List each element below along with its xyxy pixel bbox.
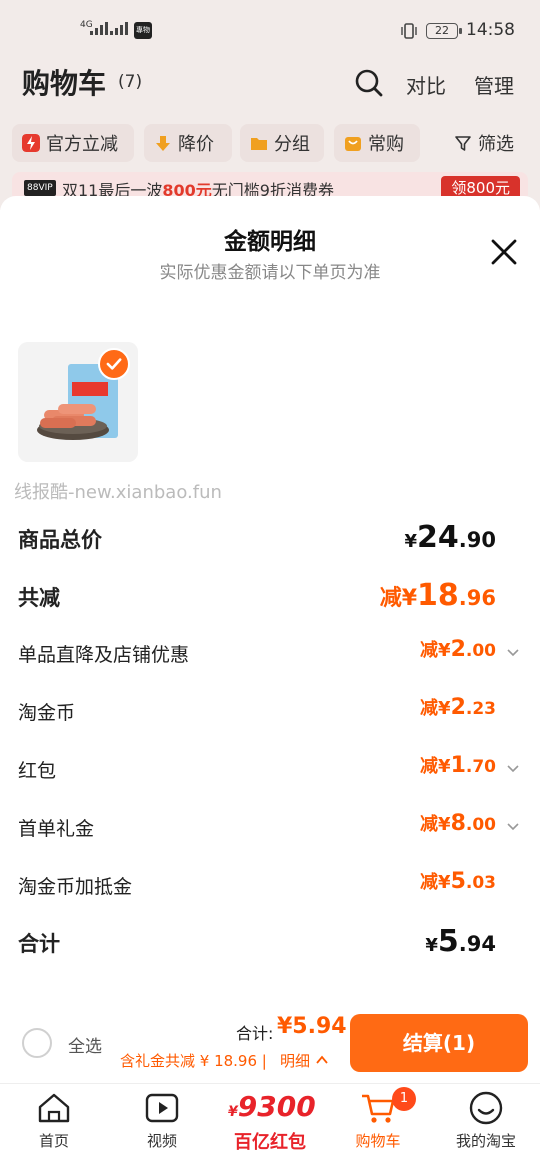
chip-label: 降价 [178, 134, 214, 155]
chip-label: 筛选 [478, 134, 514, 155]
basket-icon [345, 137, 361, 151]
detail-toggle[interactable]: 明细 [280, 1050, 329, 1071]
chevron-down-icon[interactable] [506, 820, 520, 834]
hongbao-label[interactable]: 百亿红包 [222, 1128, 318, 1154]
clock: 14:58 [466, 20, 515, 40]
filter-icon [455, 136, 471, 151]
row-red-packet[interactable]: 红包 减¥1.70 [18, 750, 522, 790]
row-amount: 减¥2.23 [420, 695, 496, 720]
checkmark-icon [98, 348, 130, 380]
signal-icon-2 [110, 22, 128, 35]
row-amount: 减¥8.00 [420, 811, 496, 836]
select-all-checkbox[interactable] [22, 1028, 52, 1058]
detail-link[interactable]: 明细 [280, 1052, 310, 1070]
lightning-icon [22, 134, 40, 152]
row-grand-total: 合计 ¥5.94 [18, 922, 522, 962]
chip-label: 常购 [368, 134, 404, 155]
status-bar: 4G 專物 22 14:58 [0, 0, 540, 60]
row-taojinbi-bonus: 淘金币加抵金 减¥5.03 [18, 866, 522, 906]
row-label: 合计 [18, 932, 60, 956]
tab-home[interactable]: 首页 [0, 1084, 108, 1155]
tab-cart[interactable]: 购物车 [324, 1084, 432, 1155]
row-goods-total: 商品总价 ¥24.90 [18, 518, 522, 558]
chevron-down-icon[interactable] [506, 762, 520, 776]
row-label: 淘金币 [18, 702, 76, 724]
page-title: 购物车 [22, 67, 107, 100]
tab-label: 购物车 [355, 1132, 401, 1150]
row-label: 商品总价 [18, 528, 102, 552]
watermark: 线报酷-new.xianbao.fun [14, 482, 222, 503]
app-notification-icon: 專物 [134, 22, 152, 39]
chip-label: 分组 [274, 134, 310, 155]
row-amount: 减¥2.00 [420, 637, 496, 662]
search-icon[interactable] [354, 68, 384, 98]
select-all-label[interactable]: 全选 [68, 1032, 102, 1057]
row-store-discount[interactable]: 单品直降及店铺优惠 减¥2.00 [18, 634, 522, 674]
tab-label: 视频 [146, 1132, 177, 1150]
sheet-subtitle: 实际优惠金额请以下单页为准 [159, 263, 381, 283]
down-arrow-icon [156, 136, 170, 151]
cart-icon [362, 1094, 395, 1123]
row-label: 淘金币加抵金 [18, 876, 133, 898]
row-amount: ¥24.90 [404, 520, 496, 555]
compare-button[interactable]: 对比 [406, 70, 446, 99]
vip-badge: 88VIP [24, 180, 56, 196]
chip-official-discount[interactable]: 官方立减 [12, 124, 134, 162]
tab-label: 我的淘宝 [455, 1132, 516, 1150]
smile-icon [469, 1091, 503, 1125]
row-first-order-gift[interactable]: 首单礼金 减¥8.00 [18, 808, 522, 848]
manage-button[interactable]: 管理 [474, 70, 514, 99]
battery-icon: 22 [426, 23, 462, 39]
total-value: ¥5.94 [277, 1014, 347, 1039]
checkout-button[interactable]: 结算(1) [350, 1014, 528, 1072]
tab-my-taobao[interactable]: 我的淘宝 [432, 1084, 540, 1155]
row-label: 红包 [18, 760, 57, 782]
vibrate-icon [401, 23, 417, 39]
chip-frequent[interactable]: 常购 [334, 124, 420, 162]
signal-icon [90, 22, 108, 35]
gift-reduction-text: 含礼金共减 ¥ 18.96 | [120, 1052, 267, 1070]
chevron-up-icon [316, 1055, 328, 1064]
chip-group[interactable]: 分组 [240, 124, 324, 162]
close-icon[interactable] [488, 236, 520, 268]
row-label: 首单礼金 [18, 818, 95, 840]
sheet-title: 金额明细 [224, 229, 316, 255]
chip-filter[interactable]: 筛选 [444, 124, 528, 162]
cart-item-count: (7) [118, 72, 143, 92]
row-amount: ¥5.94 [425, 924, 496, 959]
cart-badge: 1 [392, 1087, 416, 1111]
amount-detail-sheet: 金额明细 实际优惠金额请以下单页为准 线报酷-new.xianbao.fun 商… [0, 196, 540, 1083]
row-label: 共减 [18, 586, 60, 610]
hongbao-amount[interactable]: ¥9300 [228, 1090, 316, 1123]
chevron-down-icon[interactable] [506, 646, 520, 660]
row-total-reduction: 共减 减¥18.96 [18, 576, 522, 616]
tab-label: 首页 [38, 1132, 69, 1150]
row-amount: 减¥1.70 [420, 753, 496, 778]
total-label: 合计: [236, 1024, 274, 1043]
row-amount: 减¥5.03 [420, 869, 496, 894]
chip-label: 官方立减 [46, 134, 118, 155]
checkout-bar: 全选 合计: ¥5.94 含礼金共减 ¥ 18.96 | 明细 结算(1) [0, 1000, 540, 1083]
tab-video[interactable]: 视频 [108, 1084, 216, 1155]
folder-icon [251, 138, 267, 150]
row-taojinbi: 淘金币 减¥2.23 [18, 692, 522, 732]
row-label: 单品直降及店铺优惠 [18, 644, 190, 666]
play-icon [145, 1093, 179, 1123]
row-amount: 减¥18.96 [379, 578, 496, 613]
home-icon [38, 1093, 70, 1123]
chip-price-drop[interactable]: 降价 [144, 124, 232, 162]
